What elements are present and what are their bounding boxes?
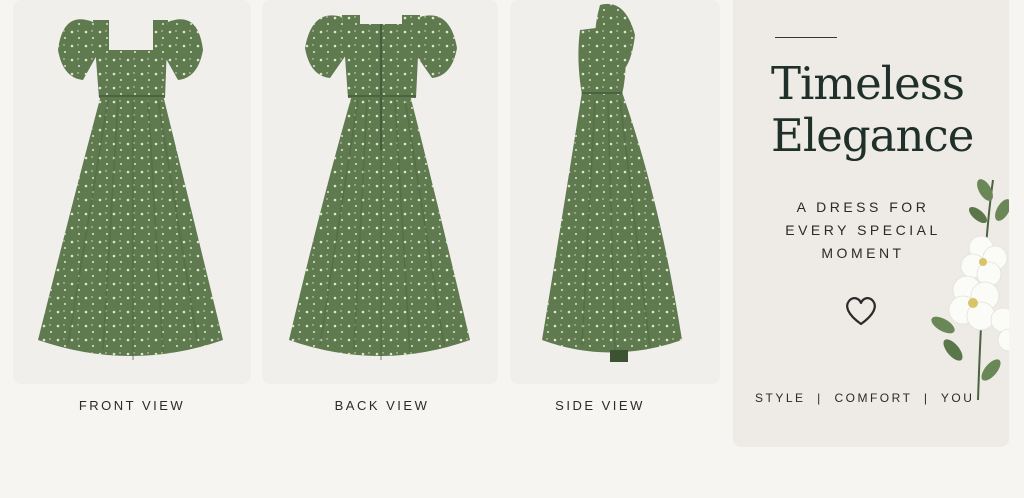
back-view-dress-image [289,10,470,360]
promo-tagline: STYLE | COMFORT | YOU [755,391,975,405]
promo-title: Timeless Elegance [771,58,1001,162]
promo-title-line2: Elegance [771,109,974,162]
back-view-label: BACK VIEW [334,398,430,413]
front-view-dress-image [38,14,223,360]
front-view-label: FRONT VIEW [78,398,186,413]
promo-panel: Timeless Elegance A DRESS FOR EVERY SPEC… [733,0,1009,447]
promo-title-line1: Timeless [771,57,965,110]
heart-icon [846,297,876,326]
decorative-rule [775,37,837,38]
side-view-panel [510,0,720,384]
side-view-label: SIDE VIEW [555,398,645,413]
white-flowers-decoration [931,179,1009,401]
side-view-dress-image [542,3,682,362]
back-view-panel [262,0,498,384]
front-view-panel [13,0,251,384]
